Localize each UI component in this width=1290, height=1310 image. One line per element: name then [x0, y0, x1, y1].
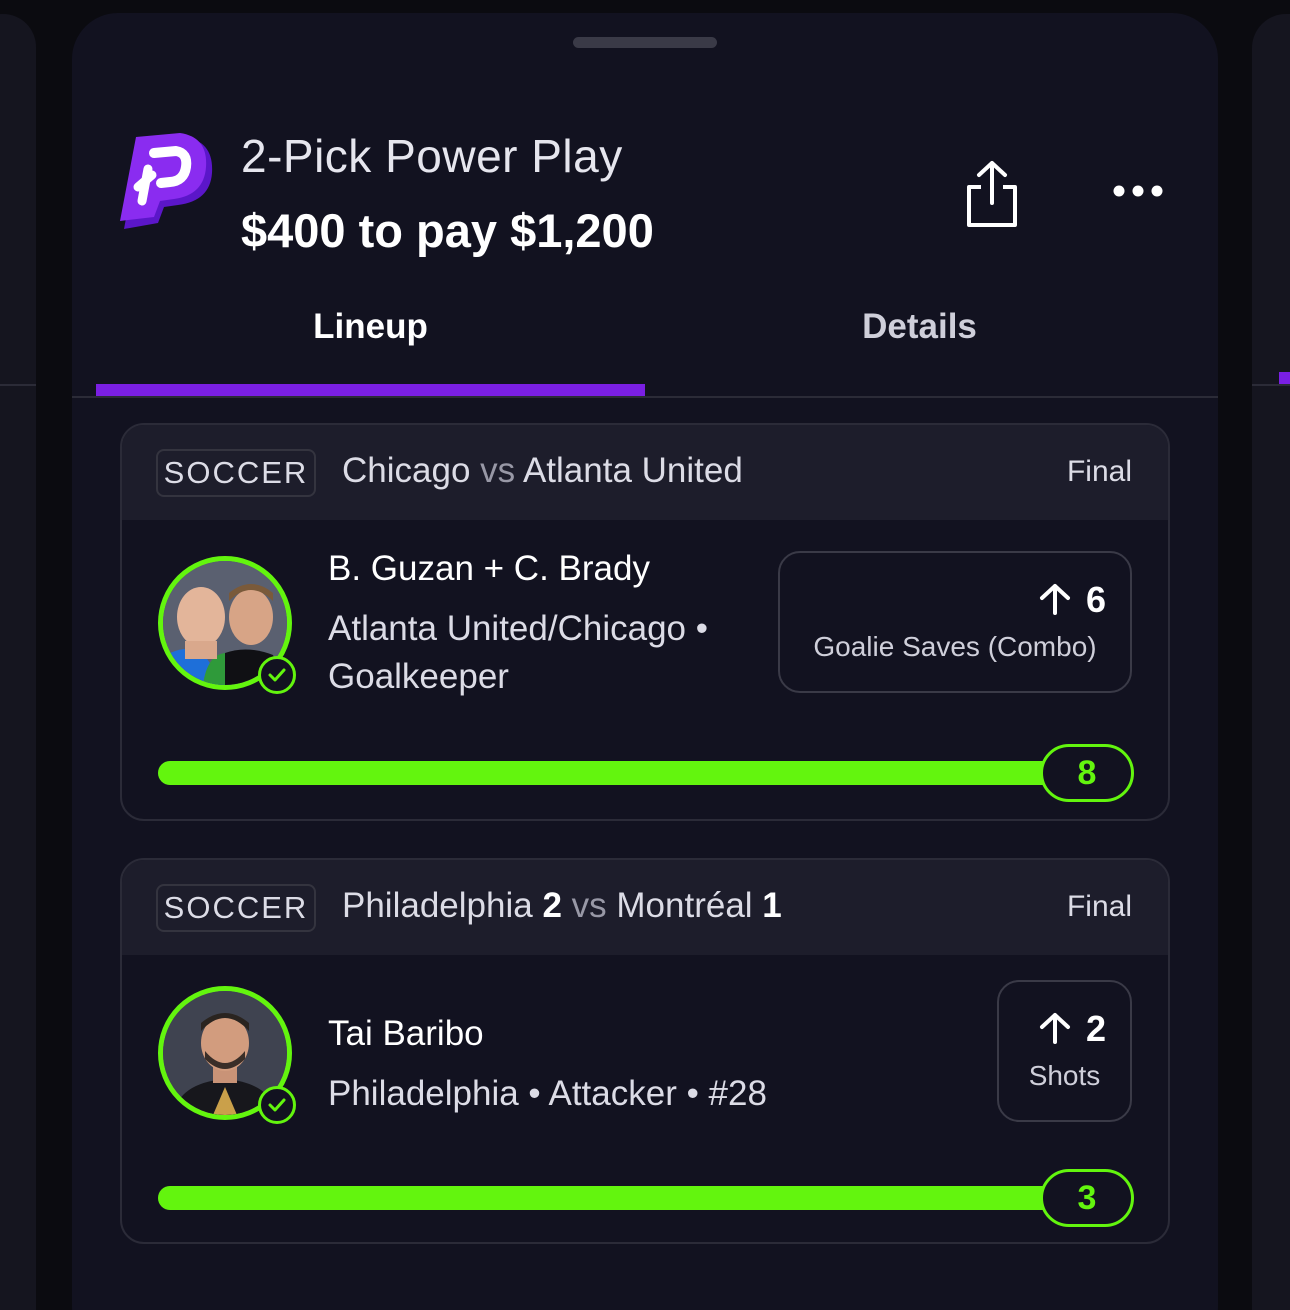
stat-type: Goalie Saves (Combo): [813, 631, 1097, 662]
background-divider-right: [1252, 384, 1290, 386]
progress-fill: [158, 1186, 1130, 1210]
background-card-right: [1252, 14, 1290, 1310]
tab-lineup[interactable]: Lineup: [96, 307, 645, 347]
result-value: 3: [1040, 1169, 1134, 1227]
pick-card[interactable]: SOCCER Philadelphia 2 vs Montréal 1 Fina…: [120, 858, 1170, 1244]
player-name: B. Guzan + C. Brady: [328, 549, 650, 588]
check-circle-icon: [258, 656, 296, 694]
share-icon[interactable]: [963, 159, 1021, 229]
progress-track: [158, 1186, 1130, 1210]
pick-card[interactable]: SOCCER Chicago vs Atlanta United Final B…: [120, 423, 1170, 821]
background-tab-indicator: [1279, 372, 1290, 384]
stat-type: Shots: [1028, 1060, 1101, 1091]
tab-divider: [72, 396, 1218, 398]
tab-details[interactable]: Details: [645, 307, 1194, 347]
progress-fill: [158, 761, 1130, 785]
arrow-up-icon: [1039, 584, 1070, 615]
game-status: Final: [1066, 890, 1132, 923]
projection-box[interactable]: 2 Shots: [997, 980, 1132, 1122]
matchup: Chicago vs Atlanta United: [342, 451, 743, 491]
active-tab-indicator: [96, 384, 645, 396]
background-card-left: [0, 14, 36, 1310]
sheet-drag-handle[interactable]: [573, 37, 717, 48]
projection-line: 6: [1038, 579, 1106, 621]
team-away: Montréal: [616, 886, 753, 925]
projection-line: 2: [1038, 1008, 1106, 1050]
team-away: Atlanta United: [522, 451, 743, 490]
check-circle-icon: [258, 1086, 296, 1124]
team-home-score: 2: [542, 886, 562, 925]
prizepicks-logo-icon: [120, 133, 213, 229]
team-home: Chicago: [342, 451, 471, 490]
sport-badge: SOCCER: [156, 884, 316, 932]
projection-box[interactable]: 6 Goalie Saves (Combo): [778, 551, 1132, 693]
entry-payout: $400 to pay $1,200: [241, 204, 654, 257]
more-dots-icon[interactable]: [1108, 173, 1168, 209]
result-value: 8: [1040, 744, 1134, 802]
vs-label: vs: [571, 886, 607, 925]
entry-title: 2-Pick Power Play: [241, 130, 623, 182]
arrow-up-icon: [1039, 1013, 1070, 1044]
pick-card-header: SOCCER Philadelphia 2 vs Montréal 1 Fina…: [122, 860, 1168, 955]
progress-track: [158, 761, 1130, 785]
pick-card-header: SOCCER Chicago vs Atlanta United Final: [122, 425, 1168, 520]
team-away-score: 1: [762, 886, 782, 925]
line-value: 2: [1085, 1008, 1106, 1049]
lineup-bottom-sheet: 2-Pick Power Play $400 to pay $1,200 Lin…: [72, 13, 1218, 1310]
line-value: 6: [1085, 579, 1106, 620]
team-home: Philadelphia: [342, 886, 533, 925]
matchup: Philadelphia 2 vs Montréal 1: [342, 886, 782, 926]
vs-label: vs: [480, 451, 516, 490]
player-meta: Philadelphia • Attacker • #28: [328, 1074, 767, 1113]
sport-badge: SOCCER: [156, 449, 316, 497]
game-status: Final: [1066, 455, 1132, 488]
player-meta: Atlanta United/Chicago • Goalkeeper: [328, 609, 708, 696]
player-name: Tai Baribo: [328, 1014, 484, 1053]
background-divider-left: [0, 384, 36, 386]
